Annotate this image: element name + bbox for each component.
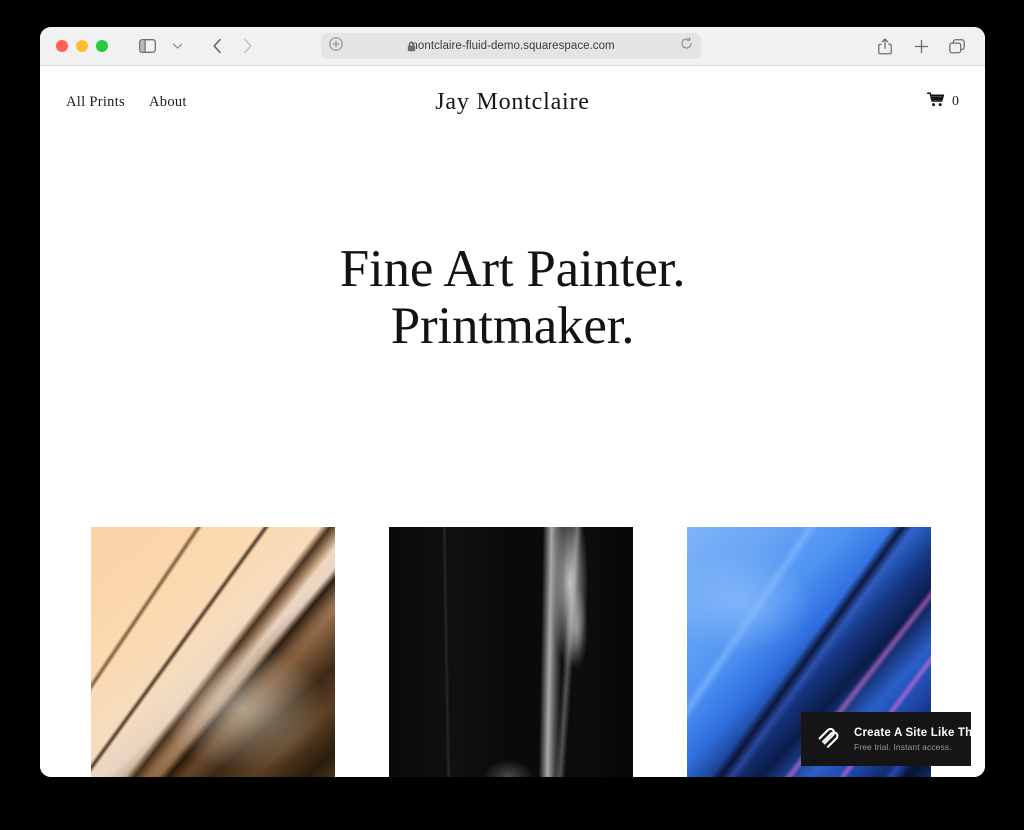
badge-subtitle: Free trial. Instant access. [854, 741, 952, 752]
create-a-site-badge[interactable]: Create A Site Like This Free trial. Inst… [801, 712, 982, 766]
badge-text: Create A Site Like This Free trial. Inst… [854, 726, 982, 753]
sidebar-controls [133, 33, 191, 59]
squarespace-logo-icon [815, 723, 842, 755]
badge-title: Create A Site Like This [854, 726, 983, 739]
chevron-left-icon [212, 38, 223, 54]
gallery-item-black-smoke-artwork[interactable] [389, 527, 633, 777]
hero-section: Fine Art Painter. Printmaker. [40, 241, 985, 355]
share-icon [878, 37, 892, 55]
lock-icon [407, 40, 416, 52]
gallery-item-peach-brown-fluid-artwork[interactable] [91, 527, 335, 777]
window-controls [56, 40, 108, 52]
hero-headline-line-1: Fine Art Painter. [339, 240, 686, 298]
black-smoke-artwork [389, 527, 633, 777]
plus-icon [914, 39, 929, 54]
hero-headline-line-2: Printmaker. [390, 297, 635, 355]
address-bar[interactable]: montclaire-fluid-demo.squarespace.com [321, 33, 701, 59]
new-tab-button[interactable] [907, 33, 935, 59]
shopping-cart-icon [926, 92, 946, 112]
tab-overview-icon [949, 38, 965, 54]
browser-toolbar: montclaire-fluid-demo.squarespace.com [40, 27, 985, 66]
page-viewport: All Prints About Jay Montclaire 0 Fine A… [40, 66, 985, 777]
site-title[interactable]: Jay Montclaire [40, 89, 985, 116]
sidebar-toggle-button[interactable] [133, 33, 161, 59]
forward-button[interactable] [233, 33, 261, 59]
reload-icon[interactable] [680, 37, 693, 55]
chevron-down-icon [172, 42, 183, 50]
cart-button[interactable]: 0 [926, 92, 959, 112]
navigation-controls [203, 33, 261, 59]
close-window-button[interactable] [56, 40, 68, 52]
share-button[interactable] [871, 33, 899, 59]
cart-count: 0 [952, 94, 959, 109]
sidebar-options-button[interactable] [163, 33, 191, 59]
browser-window: montclaire-fluid-demo.squarespace.com Al… [40, 27, 985, 777]
peach-brown-fluid-artwork [91, 527, 335, 777]
chevron-right-icon [242, 38, 253, 54]
tab-overview-button[interactable] [943, 33, 971, 59]
toolbar-actions [871, 33, 971, 59]
zoom-window-button[interactable] [96, 40, 108, 52]
url-text: montclaire-fluid-demo.squarespace.com [408, 40, 615, 52]
sidebar-icon [138, 39, 156, 53]
minimize-window-button[interactable] [76, 40, 88, 52]
reader-toggle-icon[interactable] [329, 36, 343, 56]
site-header: All Prints About Jay Montclaire 0 [40, 66, 985, 138]
back-button[interactable] [203, 33, 231, 59]
